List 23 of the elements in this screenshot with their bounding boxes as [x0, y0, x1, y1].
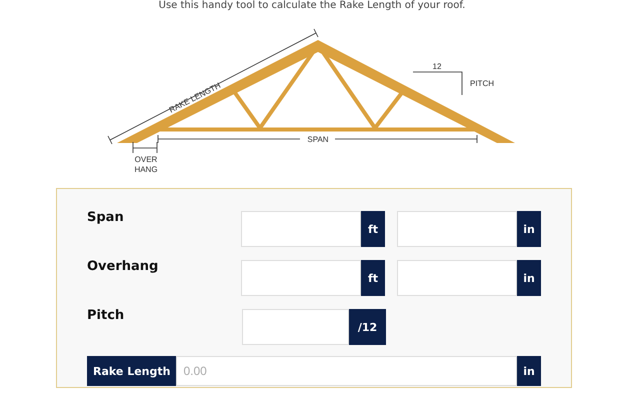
unit-label: ft: [361, 260, 385, 296]
overhang-label: HANG: [134, 165, 158, 174]
pitch-symbol: [412, 72, 462, 96]
result-label: Rake Length: [87, 356, 176, 386]
pitch-run-label: 12: [432, 62, 442, 71]
unit-label: in: [517, 211, 541, 247]
span-label: SPAN: [307, 135, 329, 144]
unit-label: /12: [349, 309, 386, 345]
input-field[interactable]: [241, 211, 361, 247]
pitch-label: PITCH: [470, 79, 494, 88]
unit-label: in: [517, 356, 541, 386]
field-label: Pitch: [87, 309, 126, 323]
unit-label: in: [517, 260, 541, 296]
input-field[interactable]: [397, 260, 517, 296]
input-field[interactable]: [241, 260, 361, 296]
field-label: Overhang: [87, 260, 160, 274]
input-field[interactable]: [397, 211, 517, 247]
result-field[interactable]: 0.00: [176, 356, 517, 386]
unit-label: ft: [361, 211, 385, 247]
input-field[interactable]: [242, 309, 349, 345]
overhang-label: OVER: [134, 155, 158, 164]
field-label: Span: [87, 211, 125, 225]
intro-text: Use this handy tool to calculate the Rake Length of your roof.: [158, 0, 466, 12]
